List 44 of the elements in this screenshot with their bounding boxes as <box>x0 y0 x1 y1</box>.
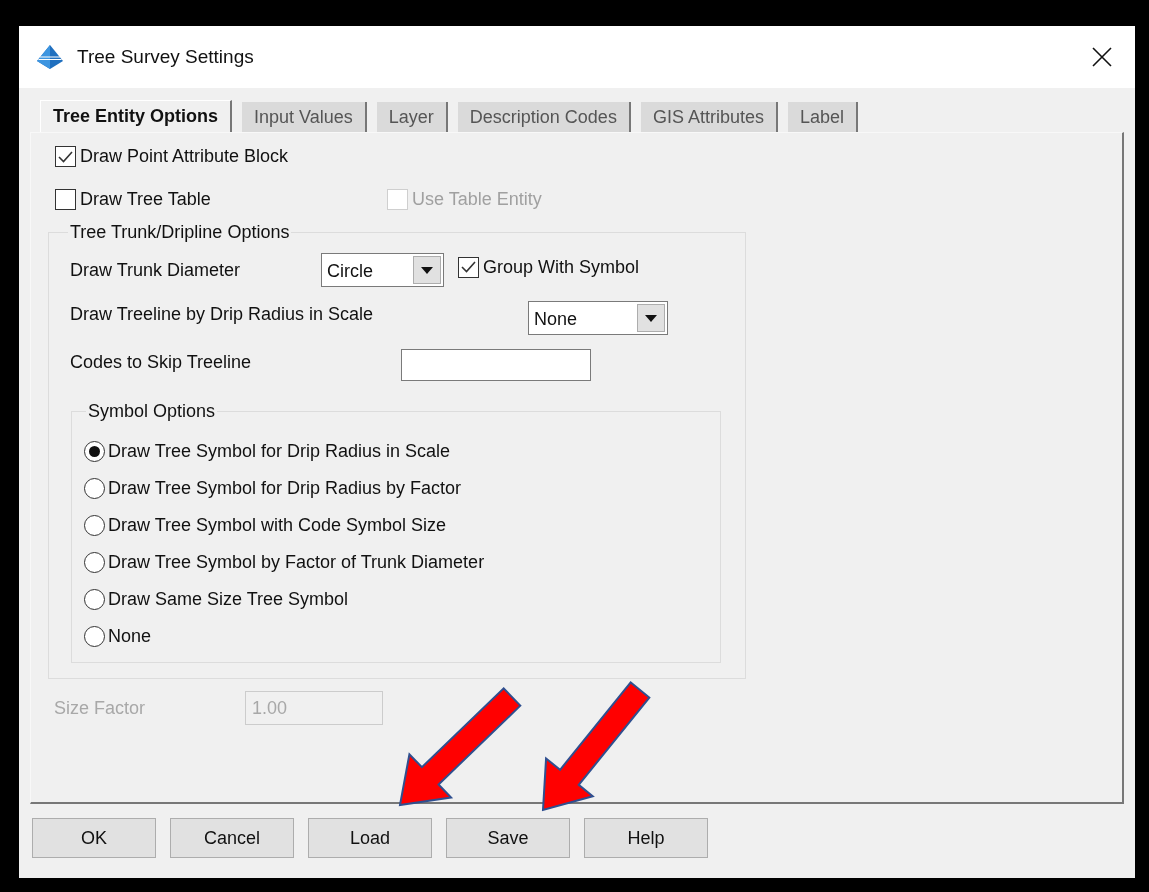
tab[interactable]: Label <box>787 102 858 132</box>
tab[interactable]: Layer <box>376 102 448 132</box>
field-label: Size Factor <box>54 696 147 720</box>
dropdown[interactable]: Circle <box>321 253 444 287</box>
dialog-button[interactable]: Cancel <box>170 818 294 858</box>
radio-button[interactable] <box>84 478 105 499</box>
dialog-button[interactable]: OK <box>32 818 156 858</box>
checkbox-label: Draw Point Attribute Block <box>80 145 289 168</box>
window-title: Tree Survey Settings <box>77 44 254 69</box>
radio-button[interactable] <box>84 441 105 462</box>
dialog-button[interactable]: Help <box>584 818 708 858</box>
radio-label: Draw Tree Symbol by Factor of Trunk Diameter <box>108 551 485 574</box>
caret-icon <box>637 304 665 332</box>
radio-button[interactable] <box>84 589 105 610</box>
checkbox-label: Group With Symbol <box>483 255 640 279</box>
checkbox-label: Use Table Entity <box>412 188 542 211</box>
tab[interactable]: Input Values <box>242 102 367 132</box>
radio-label: Draw Same Size Tree Symbol <box>108 588 349 611</box>
radio-button[interactable] <box>84 552 105 573</box>
group-title: Symbol Options <box>87 400 217 423</box>
caret-icon <box>413 256 441 284</box>
group-title: Tree Trunk/Dripline Options <box>69 221 291 244</box>
close-icon <box>1092 47 1112 67</box>
tab[interactable]: GIS Attributes <box>640 102 778 132</box>
radio-button[interactable] <box>84 515 105 536</box>
radio-label: None <box>108 625 152 648</box>
radio-label: Draw Tree Symbol for Drip Radius by Factor <box>108 477 462 500</box>
tab[interactable]: Tree Entity Options <box>40 100 233 132</box>
checkbox-label: Draw Tree Table <box>80 188 211 211</box>
checkbox[interactable] <box>55 189 76 210</box>
checkbox[interactable] <box>55 146 76 167</box>
dialog-button[interactable]: Load <box>308 818 432 858</box>
radio-button[interactable] <box>84 626 105 647</box>
pyramid-icon <box>37 45 63 69</box>
dialog-button[interactable]: Save <box>446 818 570 858</box>
tab[interactable]: Description Codes <box>457 102 631 132</box>
dropdown[interactable]: None <box>528 301 668 335</box>
field-label: Codes to Skip Treeline <box>70 350 253 374</box>
checkbox[interactable] <box>458 256 479 278</box>
input-field[interactable] <box>401 349 591 381</box>
radio-label: Draw Tree Symbol for Drip Radius in Scale <box>108 440 451 463</box>
field-label: Draw Treeline by Drip Radius in Scale <box>70 302 375 326</box>
radio-label: Draw Tree Symbol with Code Symbol Size <box>108 514 447 537</box>
field-label: Draw Trunk Diameter <box>70 258 242 282</box>
